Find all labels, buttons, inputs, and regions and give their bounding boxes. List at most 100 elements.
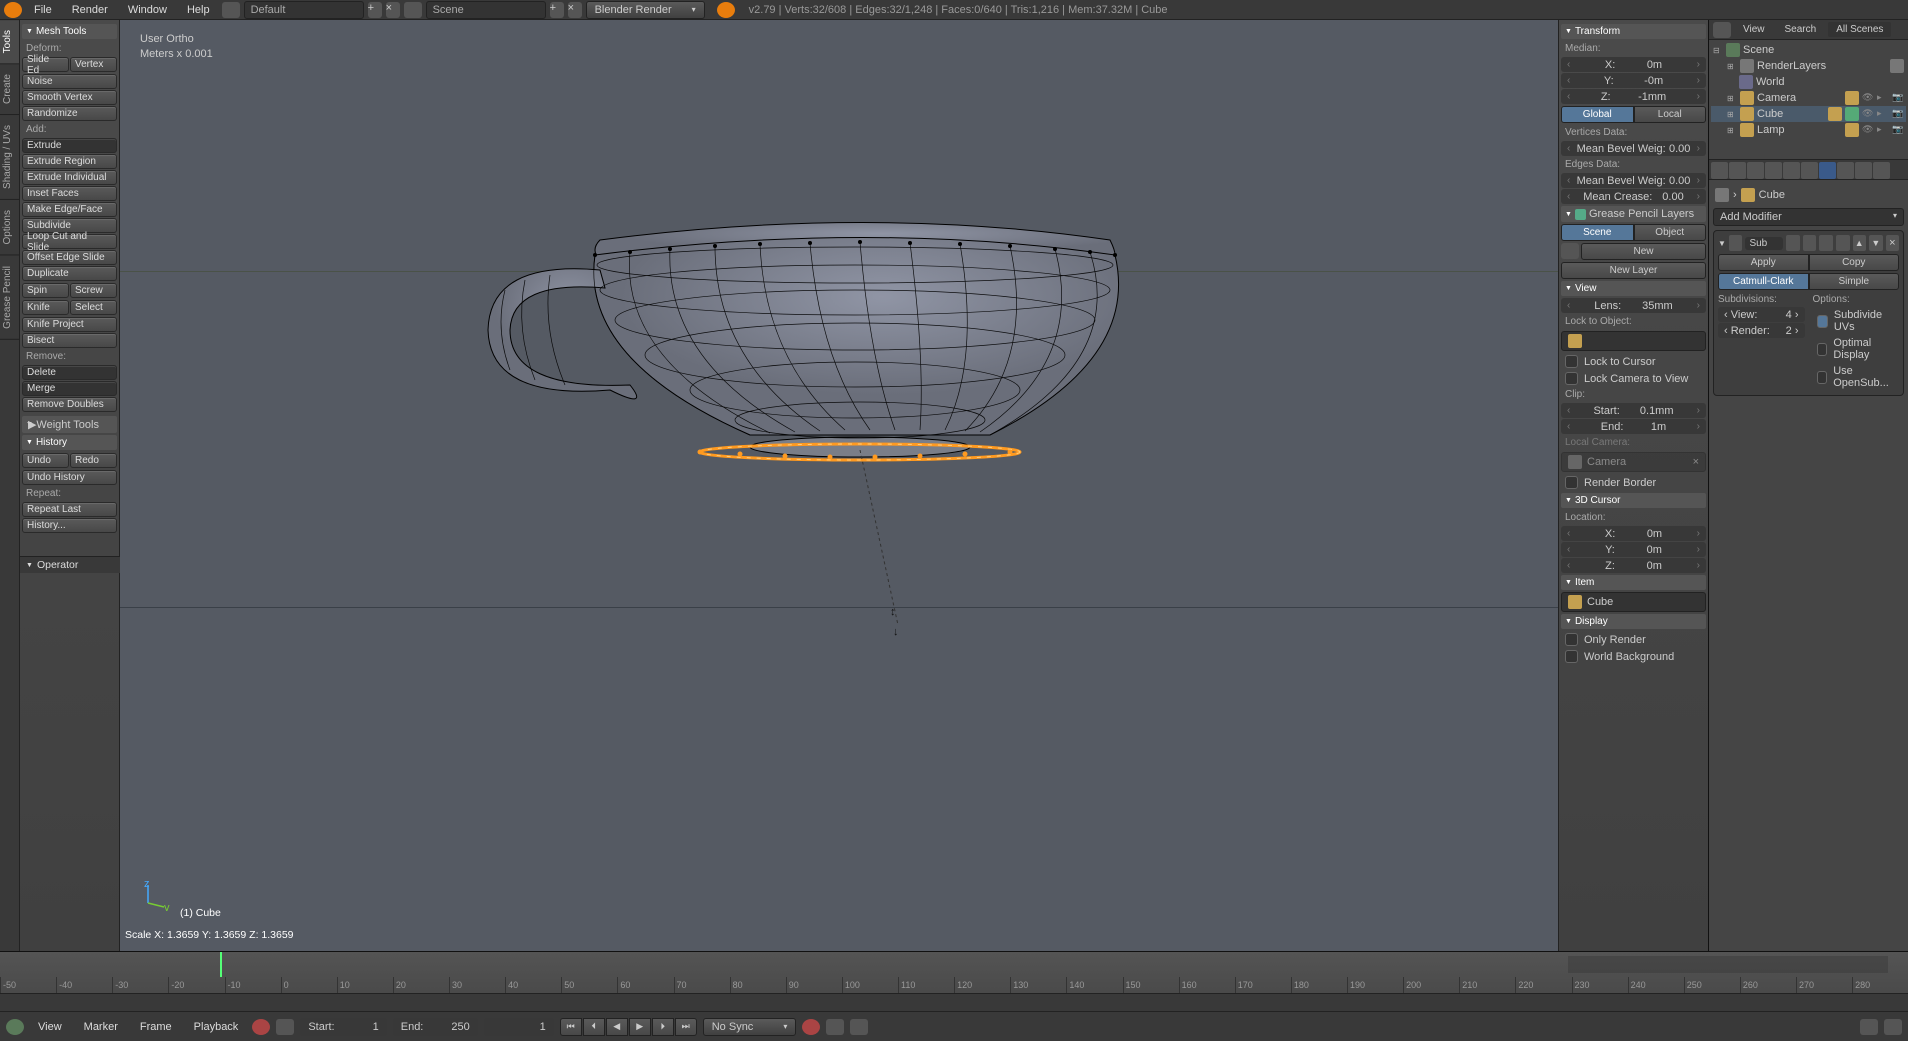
menu-help[interactable]: Help	[179, 2, 218, 18]
tree-lamp[interactable]: ⊞Lamp👁▸📷	[1711, 122, 1906, 138]
extrude-menu[interactable]: Extrude	[22, 138, 117, 153]
render-border-checkbox[interactable]	[1565, 476, 1578, 489]
menu-render[interactable]: Render	[64, 2, 116, 18]
undo-history-button[interactable]: Undo History	[22, 470, 117, 485]
clip-end-field[interactable]: End:1m	[1561, 419, 1706, 434]
vertex-button[interactable]: Vertex	[70, 57, 117, 72]
world-bg-checkbox[interactable]	[1565, 650, 1578, 663]
tl-frame-menu[interactable]: Frame	[132, 1019, 180, 1035]
lock-camera-checkbox[interactable]	[1565, 372, 1578, 385]
frame-end-field[interactable]: End:250	[393, 1018, 478, 1036]
simple-button[interactable]: Simple	[1809, 273, 1900, 290]
render-engine-dropdown[interactable]: Blender Render▾	[586, 1, 705, 19]
subsurf-render-field[interactable]: ‹ Render:2 ›	[1718, 323, 1805, 338]
jump-end-button[interactable]: ⏭	[675, 1018, 697, 1036]
scene-field[interactable]: Scene	[426, 1, 546, 19]
autokey-dropdown-icon[interactable]	[276, 1019, 294, 1035]
catmull-clark-button[interactable]: Catmull-Clark	[1718, 273, 1809, 290]
tree-world[interactable]: World	[1711, 74, 1906, 90]
jump-start-button[interactable]: ⏮	[560, 1018, 582, 1036]
tab-grease-pencil[interactable]: Grease Pencil	[0, 256, 19, 340]
prop-data-icon[interactable]	[1837, 162, 1854, 179]
mod-display-toggle[interactable]	[1803, 235, 1817, 251]
prop-scene-icon[interactable]	[1747, 162, 1764, 179]
mod-delete-icon[interactable]: ×	[1886, 235, 1900, 251]
3d-viewport[interactable]: User Ortho Meters x 0.001	[120, 20, 1558, 951]
median-x-field[interactable]: X:0m	[1561, 57, 1706, 72]
tl-marker-menu[interactable]: Marker	[76, 1019, 126, 1035]
cube-select-icon[interactable]: ▸	[1877, 108, 1889, 120]
local-camera-field[interactable]: Camera×	[1561, 452, 1706, 472]
prop-render-icon[interactable]	[1711, 162, 1728, 179]
transform-panel-header[interactable]: Transform	[1561, 24, 1706, 39]
tree-cube[interactable]: ⊞Cube👁▸📷	[1711, 106, 1906, 122]
play-button[interactable]: ▶	[629, 1018, 651, 1036]
randomize-button[interactable]: Randomize	[22, 106, 117, 121]
layout-add-icon[interactable]: +	[368, 2, 382, 18]
extrude-individual-button[interactable]: Extrude Individual	[22, 170, 117, 185]
prop-texture-icon[interactable]	[1873, 162, 1890, 179]
cube-visibility-icon[interactable]: 👁	[1862, 108, 1874, 120]
mean-bevel-weight-field[interactable]: Mean Bevel Weig:0.00	[1561, 141, 1706, 156]
outliner-view-tab[interactable]: View	[1735, 22, 1773, 37]
tl-view-menu[interactable]: View	[30, 1019, 70, 1035]
tl-playback-menu[interactable]: Playback	[186, 1019, 247, 1035]
delete-menu[interactable]: Delete	[22, 365, 117, 380]
mean-crease-field[interactable]: Mean Crease:0.00	[1561, 189, 1706, 204]
knife-project-button[interactable]: Knife Project	[22, 317, 117, 332]
lens-field[interactable]: Lens:35mm	[1561, 298, 1706, 313]
clip-start-field[interactable]: Start:0.1mm	[1561, 403, 1706, 418]
scene-browse-icon[interactable]	[404, 2, 422, 18]
cursor-y-field[interactable]: Y:0m	[1561, 542, 1706, 557]
subsurf-view-field[interactable]: ‹ View:4 ›	[1718, 307, 1805, 322]
optimal-display-checkbox[interactable]	[1817, 343, 1828, 356]
operator-panel-header[interactable]: Operator	[20, 556, 120, 573]
prop-world-icon[interactable]	[1765, 162, 1782, 179]
history-header[interactable]: History	[22, 435, 117, 450]
duplicate-button[interactable]: Duplicate	[22, 266, 117, 281]
cursor-x-field[interactable]: X:0m	[1561, 526, 1706, 541]
tree-camera[interactable]: ⊞Camera👁▸📷	[1711, 90, 1906, 106]
layout-del-icon[interactable]: ×	[386, 2, 400, 18]
mod-down-icon[interactable]: ▼	[1869, 235, 1883, 251]
outliner[interactable]: ⊟Scene ⊞RenderLayers World ⊞Camera👁▸📷 ⊞C…	[1709, 40, 1908, 160]
display-panel-header[interactable]: Display	[1561, 614, 1706, 629]
tree-scene[interactable]: ⊟Scene	[1711, 42, 1906, 58]
keyframe-prev-button[interactable]: ⏴	[583, 1018, 605, 1036]
3d-cursor-panel-header[interactable]: 3D Cursor	[1561, 493, 1706, 508]
outliner-all-scenes-tab[interactable]: All Scenes	[1828, 22, 1891, 37]
view-panel-header[interactable]: View	[1561, 281, 1706, 296]
current-frame-field[interactable]: 1	[484, 1018, 554, 1036]
audio-scrub-icon[interactable]	[802, 1019, 820, 1035]
bc-pin-icon[interactable]	[1715, 188, 1729, 202]
menu-file[interactable]: File	[26, 2, 60, 18]
cursor-z-field[interactable]: Z:0m	[1561, 558, 1706, 573]
scene-add-icon[interactable]: +	[550, 2, 564, 18]
sync-dropdown[interactable]: No Sync▾	[703, 1018, 797, 1036]
timeline-cursor[interactable]	[220, 952, 222, 977]
add-modifier-button[interactable]: Add Modifier▾	[1713, 208, 1904, 226]
item-panel-header[interactable]: Item	[1561, 575, 1706, 590]
camera-render-icon[interactable]: 📷	[1892, 92, 1904, 104]
prop-renderlayer-icon[interactable]	[1729, 162, 1746, 179]
timeline-track[interactable]: -50-40-30-20-100102030405060708090100110…	[0, 952, 1908, 994]
knife-button[interactable]: Knife	[22, 300, 69, 315]
mesh-tools-header[interactable]: Mesh Tools	[22, 24, 117, 39]
local-button[interactable]: Local	[1634, 106, 1707, 123]
cube-render-icon[interactable]: 📷	[1892, 108, 1904, 120]
spin-button[interactable]: Spin	[22, 283, 69, 298]
lamp-visibility-icon[interactable]: 👁	[1862, 124, 1874, 136]
layout-field[interactable]: Default	[244, 1, 364, 19]
editor-type-icon[interactable]	[1713, 22, 1731, 38]
grease-new-button[interactable]: New	[1581, 243, 1706, 260]
median-y-field[interactable]: Y:-0m	[1561, 73, 1706, 88]
lamp-select-icon[interactable]: ▸	[1877, 124, 1889, 136]
mod-cage-toggle[interactable]	[1836, 235, 1850, 251]
tab-tools[interactable]: Tools	[0, 20, 19, 64]
outliner-search-tab[interactable]: Search	[1777, 22, 1825, 37]
tree-renderlayers[interactable]: ⊞RenderLayers	[1711, 58, 1906, 74]
smooth-vertex-button[interactable]: Smooth Vertex	[22, 90, 117, 105]
tab-create[interactable]: Create	[0, 64, 19, 115]
history-menu-button[interactable]: History...	[22, 518, 117, 533]
only-render-checkbox[interactable]	[1565, 633, 1578, 646]
